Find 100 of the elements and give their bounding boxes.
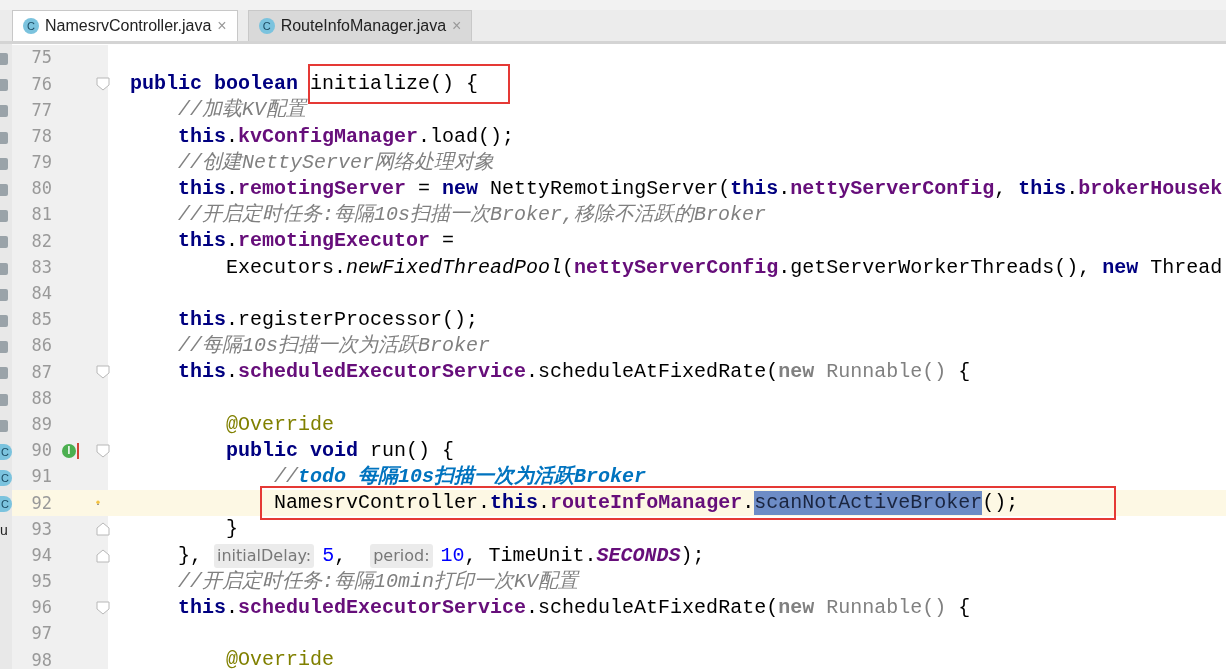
code-text: } [226, 517, 239, 542]
keyword: this [490, 491, 539, 516]
field-name: remotingServer [238, 177, 407, 202]
todo-comment: todo 每隔10s扫描一次为活跃Broker [298, 465, 647, 490]
field-name: brokerHousek [1078, 177, 1223, 202]
code-text: . [742, 491, 755, 516]
code-text: . [226, 360, 239, 385]
line-number: 97 [30, 622, 52, 646]
code-text: .load(); [418, 124, 515, 149]
class-icon[interactable]: C [0, 470, 12, 487]
code-text: NamesrvController. [274, 491, 491, 516]
line-number: 80 [30, 177, 52, 201]
code-text: . [226, 124, 239, 149]
selected-text[interactable]: scanNotActiveBroker [754, 491, 983, 516]
keyword: new [1102, 255, 1139, 280]
tab-label: NamesrvController.java [45, 16, 212, 36]
tree-item-label[interactable]: u [0, 521, 8, 540]
code-text: { [957, 596, 971, 621]
tab-label: RouteInfoManager.java [280, 16, 447, 36]
line-number: 88 [30, 386, 52, 410]
constant-name: SECONDS [596, 543, 681, 568]
keyword: this [178, 596, 227, 621]
code-text: .getServerWorkerThreads(), [778, 255, 1092, 280]
line-number: 89 [30, 412, 52, 436]
line-number: 93 [30, 517, 52, 541]
fold-icon[interactable] [96, 601, 110, 616]
code-text: (); [982, 491, 1019, 516]
code-text: . [1066, 177, 1079, 202]
line-number: 85 [30, 308, 52, 332]
line-number: 77 [30, 98, 52, 122]
code-text: . [226, 177, 239, 202]
field-name: nettyServerConfig [574, 255, 779, 280]
code-text: . [538, 491, 551, 516]
implements-icon[interactable]: I [62, 442, 79, 459]
annotation: @Override [226, 648, 335, 669]
code-text: = [417, 177, 432, 202]
class-icon: C [23, 18, 39, 34]
line-number: 79 [30, 151, 52, 175]
code-text: Runnable() [825, 360, 947, 385]
code-comment: //开启定时任务:每隔10min打印一次KV配置 [178, 569, 579, 594]
code-text: .scheduleAtFixedRate( [526, 596, 779, 621]
code-text: NettyRemotingServer( [489, 177, 731, 202]
keyword: this [178, 229, 227, 254]
line-number: 83 [30, 255, 52, 279]
annotation: @Override [226, 412, 335, 437]
code-text: Executors. [226, 255, 347, 280]
line-number: 87 [30, 360, 52, 384]
line-number: 94 [30, 543, 52, 567]
code-text: .scheduleAtFixedRate( [526, 360, 779, 385]
line-number: 78 [30, 124, 52, 148]
line-number: 95 [30, 570, 52, 594]
fold-icon[interactable] [96, 77, 110, 92]
fold-icon[interactable] [96, 548, 110, 563]
code-text: , TimeUnit. [464, 543, 597, 568]
code-text: . [226, 229, 239, 254]
keyword: new [778, 360, 815, 385]
editor-tab[interactable]: C NamesrvController.java × [12, 10, 238, 41]
fold-icon[interactable] [96, 443, 110, 458]
code-comment: //每隔10s扫描一次为活跃Broker [178, 334, 491, 359]
line-number: 92 [30, 491, 52, 515]
line-number: 86 [30, 334, 52, 358]
keyword: new [778, 596, 815, 621]
code-text: .registerProcessor(); [226, 307, 479, 332]
parameter-hint: initialDelay: [214, 543, 315, 568]
class-icon[interactable]: C [0, 443, 12, 460]
line-number: 90 [30, 439, 52, 463]
keyword: this [730, 177, 779, 202]
line-number: 82 [30, 229, 52, 253]
line-number: 96 [30, 596, 52, 620]
line-number: 81 [30, 203, 52, 227]
method-name: newFixedThreadPool [346, 255, 563, 280]
keyword: this [178, 360, 227, 385]
code-comment: //创建NettyServer网络处理对象 [178, 150, 495, 175]
code-text: run() { [369, 438, 455, 463]
class-icon[interactable]: C [0, 496, 12, 513]
number-literal: 5 [322, 543, 335, 568]
code-comment: //加载KV配置 [178, 98, 307, 123]
code-comment: //开启定时任务:每隔10s扫描一次Broker,移除不活跃的Broker [178, 203, 767, 228]
number-literal: 10 [440, 543, 465, 568]
field-name: nettyServerConfig [790, 177, 995, 202]
code-text: Thread [1149, 255, 1223, 280]
editor-tab[interactable]: C RouteInfoManager.java × [247, 10, 473, 41]
line-number: 76 [30, 72, 52, 96]
field-name: kvConfigManager [238, 124, 419, 149]
code-text: { [957, 360, 971, 385]
close-icon[interactable]: × [217, 14, 227, 38]
fold-icon[interactable] [96, 365, 110, 380]
code-text: }, [178, 543, 204, 568]
keyword: this [1018, 177, 1067, 202]
code-text: ( [562, 255, 575, 280]
parameter-hint: period: [370, 543, 433, 568]
keyword: this [178, 124, 227, 149]
field-name: scheduledExecutorService [238, 360, 527, 385]
line-number: 91 [30, 465, 52, 489]
class-icon: C [258, 18, 275, 34]
code-text: = [441, 229, 455, 254]
line-number: 98 [30, 648, 52, 669]
fold-icon[interactable] [96, 522, 110, 537]
field-name: routeInfoManager [550, 491, 743, 516]
code-text: ); [680, 543, 705, 568]
